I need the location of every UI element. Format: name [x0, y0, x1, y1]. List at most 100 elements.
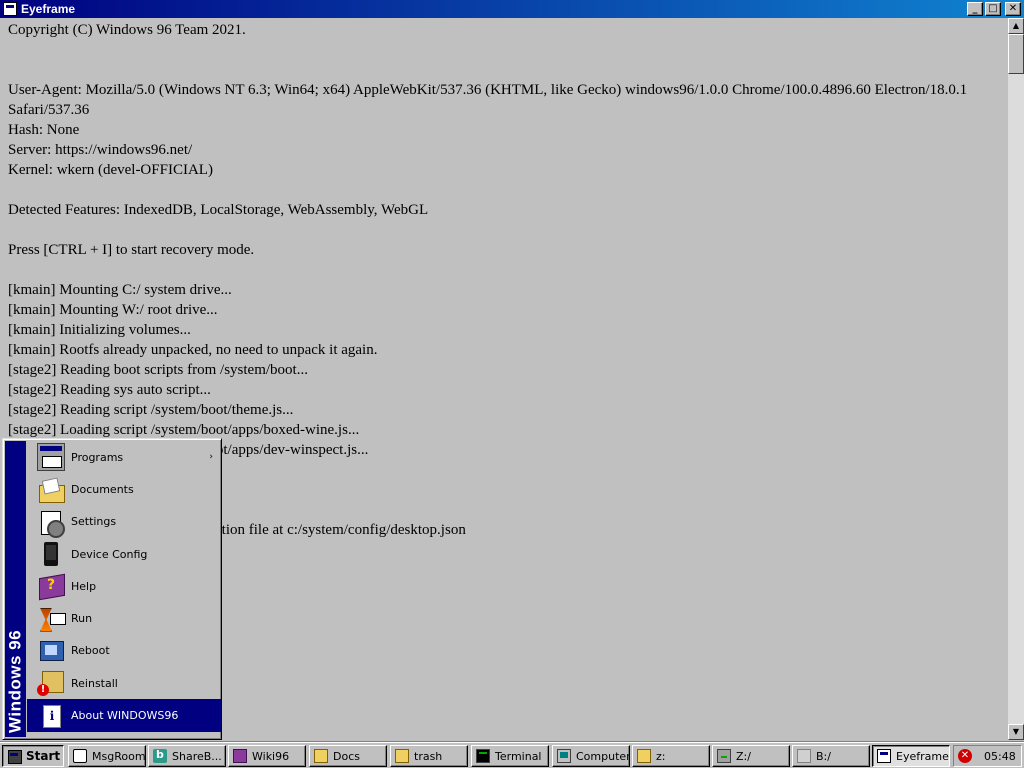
taskbar-button-label: Terminal: [495, 749, 542, 763]
console-line: [kmain] Mounting C:/ system drive...: [8, 282, 232, 298]
vertical-scrollbar[interactable]: ▲ ▼: [1008, 18, 1024, 740]
window-titlebar[interactable]: Eyeframe _ □ ✕: [0, 0, 1024, 18]
taskbar-button-msgroom[interactable]: MsgRoom: [68, 745, 146, 767]
start-menu-item-documents[interactable]: Documents: [27, 473, 221, 505]
taskbar-button-label: z:: [656, 749, 666, 763]
drive-icon: [717, 749, 731, 763]
minimize-button[interactable]: _: [967, 2, 983, 16]
taskbar: Start MsgRoom ShareB... Wiki96 Docs tras…: [0, 742, 1024, 768]
eyeframe-icon: [877, 749, 891, 763]
close-button[interactable]: ✕: [1005, 2, 1021, 16]
windows-logo-icon: [7, 749, 22, 764]
folder-icon: [395, 749, 409, 763]
submenu-arrow-icon: ›: [209, 452, 213, 463]
console-line: [stage2] Reading sys auto script...: [8, 382, 211, 398]
start-menu-banner: Windows 96: [5, 441, 26, 737]
taskbar-button-trash[interactable]: trash: [390, 745, 468, 767]
console-line: Detected Features: IndexedDB, LocalStora…: [8, 202, 429, 218]
console-line: User-Agent: Mozilla/5.0 (Windows NT 6.3;…: [8, 82, 971, 118]
taskbar-button-label: Z:/: [736, 749, 751, 763]
drive-icon: [797, 749, 811, 763]
taskbar-button-label: ShareB...: [172, 749, 222, 763]
wiki96-icon: [233, 749, 247, 763]
device-config-icon: [37, 540, 65, 568]
window-title: Eyeframe: [21, 2, 76, 16]
start-menu-item-label: Settings: [71, 515, 117, 529]
computer-icon: [557, 749, 571, 763]
console-line: Hash: None: [8, 122, 80, 138]
start-menu-item-label: Programs: [71, 450, 124, 464]
scroll-down-button[interactable]: ▼: [1008, 724, 1024, 740]
start-menu-item-label: Run: [71, 612, 93, 626]
folder-icon: [314, 749, 328, 763]
system-tray: ✕ 05:48: [953, 745, 1022, 767]
taskbar-button-wiki96[interactable]: Wiki96: [228, 745, 306, 767]
settings-icon: [37, 508, 65, 538]
console-line: Copyright (C) Windows 96 Team 2021.: [8, 22, 246, 38]
help-icon: [37, 572, 65, 600]
msgroom-icon: [73, 749, 87, 763]
start-menu-banner-text: Windows 96: [5, 629, 25, 733]
start-menu: Windows 96 Programs › Documents Settings…: [2, 438, 222, 740]
start-button-label: Start: [26, 749, 61, 763]
folder-icon: [637, 749, 651, 763]
error-icon[interactable]: ✕: [958, 749, 972, 763]
taskbar-button-label: B:/: [816, 749, 831, 763]
start-menu-item-label: Help: [71, 579, 97, 593]
taskbar-button-label: MsgRoom: [92, 749, 146, 763]
taskbar-button-label: Eyeframe: [896, 749, 949, 763]
console-line: [stage2] Reading script /system/boot/the…: [8, 402, 294, 418]
start-menu-item-device-config[interactable]: Device Config: [27, 538, 221, 570]
start-menu-item-reinstall[interactable]: Reinstall: [27, 667, 221, 699]
taskbar-button-computer[interactable]: Computer: [552, 745, 630, 767]
console-line: [kmain] Initializing volumes...: [8, 322, 191, 338]
about-icon: [37, 702, 65, 730]
start-menu-item-label: About WINDOWS96: [71, 709, 179, 723]
console-line: [kmain] Mounting W:/ root drive...: [8, 302, 218, 318]
documents-icon: [37, 475, 65, 504]
shareb-icon: [153, 748, 167, 763]
taskbar-button-z-drive[interactable]: Z:/: [712, 745, 790, 767]
reboot-icon: [37, 637, 65, 665]
start-menu-item-label: Documents: [71, 482, 134, 496]
console-line: [stage2] Reading boot scripts from /syst…: [8, 362, 308, 378]
clock[interactable]: 05:48: [984, 750, 1016, 763]
taskbar-button-terminal[interactable]: Terminal: [471, 745, 549, 767]
taskbar-button-b-drive[interactable]: B:/: [792, 745, 870, 767]
terminal-icon: [476, 749, 490, 763]
start-menu-item-settings[interactable]: Settings: [27, 506, 221, 538]
start-menu-items: Programs › Documents Settings Device Con…: [27, 441, 221, 732]
eyeframe-icon: [3, 2, 17, 16]
taskbar-button-docs[interactable]: Docs: [309, 745, 387, 767]
start-menu-item-programs[interactable]: Programs ›: [27, 441, 221, 473]
start-menu-item-label: Reinstall: [71, 676, 118, 690]
taskbar-button-label: trash: [414, 749, 443, 763]
scroll-thumb[interactable]: [1008, 34, 1024, 74]
console-line: Kernel: wkern (devel-OFFICIAL): [8, 162, 213, 178]
taskbar-button-z[interactable]: z:: [632, 745, 710, 767]
console-line: [stage2] Loading script /system/boot/app…: [8, 422, 360, 438]
maximize-button[interactable]: □: [985, 2, 1001, 16]
programs-icon: [37, 443, 65, 472]
console-line: Server: https://windows96.net/: [8, 142, 193, 158]
taskbar-button-shareb[interactable]: ShareB...: [148, 745, 226, 767]
console-line: Press [CTRL + I] to start recovery mode.: [8, 242, 255, 258]
start-button[interactable]: Start: [2, 745, 64, 767]
start-menu-item-reboot[interactable]: Reboot: [27, 635, 221, 667]
start-menu-item-label: Device Config: [71, 547, 148, 561]
start-menu-item-help[interactable]: Help: [27, 570, 221, 602]
start-menu-item-about[interactable]: About WINDOWS96: [27, 699, 221, 732]
taskbar-button-eyeframe[interactable]: Eyeframe: [872, 745, 950, 767]
taskbar-button-label: Docs: [333, 749, 360, 763]
run-icon: [37, 605, 66, 633]
start-menu-item-run[interactable]: Run: [27, 602, 221, 634]
taskbar-button-label: Computer: [576, 749, 630, 763]
start-menu-item-label: Reboot: [71, 644, 110, 658]
scroll-up-button[interactable]: ▲: [1008, 18, 1024, 34]
taskbar-button-label: Wiki96: [252, 749, 290, 763]
